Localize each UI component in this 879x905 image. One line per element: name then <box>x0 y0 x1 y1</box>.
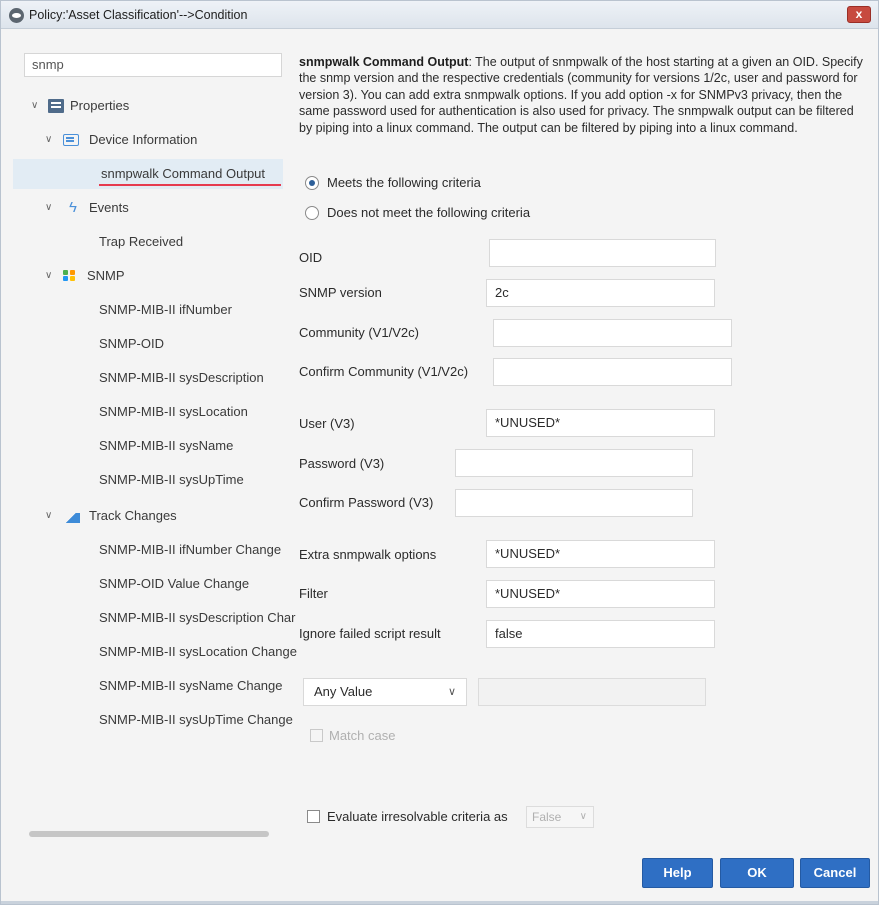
tree-item-track[interactable]: SNMP-MIB-II sysName Change <box>13 671 303 701</box>
tree-label: SNMP-MIB-II sysName Change <box>99 678 283 693</box>
operator-select[interactable]: Any Value ∨ <box>303 678 467 706</box>
evaluate-irresolvable-label: Evaluate irresolvable criteria as <box>327 809 508 824</box>
tree-label: SNMP-MIB-II sysUpTime <box>99 472 244 487</box>
close-button[interactable]: x <box>847 6 871 23</box>
ok-button[interactable]: OK <box>720 858 794 888</box>
tree-label-trap-received: Trap Received <box>99 234 184 249</box>
tree-item-snmp[interactable]: SNMP-MIB-II sysLocation <box>13 397 303 427</box>
oid-input[interactable] <box>489 239 716 267</box>
ignore-failed-label: Ignore failed script result <box>299 626 441 641</box>
property-description: snmpwalk Command Output: The output of s… <box>299 54 864 136</box>
title-bar[interactable]: Policy:'Asset Classification'-->Conditio… <box>1 1 878 29</box>
tree-label: SNMP-MIB-II sysDescription Char <box>99 610 296 625</box>
community-label: Community (V1/V2c) <box>299 325 419 340</box>
tree-node-snmp[interactable]: ∨ SNMP <box>13 261 303 291</box>
filter-input[interactable]: *UNUSED* <box>486 580 715 608</box>
meets-criteria-label: Meets the following criteria <box>327 175 481 190</box>
properties-icon <box>48 99 64 113</box>
tree-label-events: Events <box>89 200 129 215</box>
condition-pane: snmpwalk Command Output: The output of s… <box>298 45 868 845</box>
tree-item-snmp[interactable]: SNMP-MIB-II sysDescription <box>13 363 303 393</box>
tree-item-track[interactable]: SNMP-OID Value Change <box>13 569 303 599</box>
tree-label: SNMP-MIB-II ifNumber <box>99 302 232 317</box>
extra-options-input[interactable]: *UNUSED* <box>486 540 715 568</box>
tree-label: SNMP-MIB-II sysLocation Change <box>99 644 297 659</box>
snmp-version-label: SNMP version <box>299 285 382 300</box>
tree-label: SNMP-OID <box>99 336 164 351</box>
radio-selected-icon[interactable] <box>305 176 319 190</box>
tree-label-device-information: Device Information <box>89 132 198 147</box>
chart-icon <box>64 509 80 523</box>
confirm-community-input[interactable] <box>493 358 732 386</box>
tree-label: SNMP-MIB-II sysLocation <box>99 404 248 419</box>
tree-label-snmp: SNMP <box>87 268 125 283</box>
tree-item-snmp[interactable]: SNMP-MIB-II ifNumber <box>13 295 303 325</box>
tree-label: SNMP-MIB-II sysDescription <box>99 370 264 385</box>
tree-label: SNMP-MIB-II ifNumber Change <box>99 542 282 557</box>
not-meets-criteria-label: Does not meet the following criteria <box>327 205 531 220</box>
dialog-window: Policy:'Asset Classification'-->Conditio… <box>0 0 879 905</box>
selection-underline <box>99 184 281 186</box>
password-input[interactable] <box>455 449 693 477</box>
chevron-down-icon[interactable]: ∨ <box>45 261 57 291</box>
chevron-down-icon: ∨ <box>579 811 587 822</box>
help-button[interactable]: Help <box>642 858 713 888</box>
confirm-password-input[interactable] <box>455 489 693 517</box>
operator-value: Any Value <box>314 684 373 699</box>
tree-label-properties: Properties <box>70 98 130 113</box>
eye-logo-icon <box>9 8 24 23</box>
evaluate-value-select[interactable]: False ∨ <box>526 806 594 828</box>
snmp-icon <box>63 268 79 282</box>
cancel-button[interactable]: Cancel <box>800 858 870 888</box>
chevron-down-icon[interactable]: ∨ <box>45 125 57 155</box>
snmp-version-input[interactable]: 2c <box>486 279 715 307</box>
tree-item-track[interactable]: SNMP-MIB-II ifNumber Change <box>13 535 303 565</box>
search-input[interactable]: snmp <box>24 53 282 77</box>
tree-item-trap-received[interactable]: Trap Received <box>13 227 303 257</box>
evaluate-irresolvable-checkbox[interactable] <box>307 810 320 823</box>
match-case-checkbox[interactable] <box>310 729 323 742</box>
chevron-down-icon[interactable]: ∨ <box>31 91 43 121</box>
tree-node-track-changes[interactable]: ∨ Track Changes <box>13 501 303 531</box>
tree-label: SNMP-MIB-II sysName <box>99 438 234 453</box>
tree-item-track[interactable]: SNMP-MIB-II sysDescription Char <box>13 603 303 633</box>
match-case-label: Match case <box>329 728 396 743</box>
tree-item-track[interactable]: SNMP-MIB-II sysLocation Change <box>13 637 303 667</box>
tree-label: SNMP-OID Value Change <box>99 576 250 591</box>
device-info-icon <box>63 134 79 146</box>
ignore-failed-input[interactable]: false <box>486 620 715 648</box>
chevron-down-icon: ∨ <box>447 686 456 698</box>
tree-item-snmp[interactable]: SNMP-MIB-II sysUpTime <box>13 465 303 495</box>
evaluate-value: False <box>532 810 562 824</box>
tree-node-properties[interactable]: ∨ Properties <box>13 91 303 121</box>
properties-tree-pane: snmp ∨ Properties ∨ Device Information s… <box>13 45 297 841</box>
user-input[interactable]: *UNUSED* <box>486 409 715 437</box>
description-heading: snmpwalk Command Output <box>299 55 469 69</box>
tree-node-events[interactable]: ∨ ϟ Events <box>13 193 303 223</box>
filter-label: Filter <box>299 586 328 601</box>
tree-item-snmpwalk-command-output[interactable]: snmpwalk Command Output <box>13 159 283 189</box>
tree-item-snmp[interactable]: SNMP-OID <box>13 329 303 359</box>
match-value-input[interactable] <box>478 678 706 706</box>
confirm-password-label: Confirm Password (V3) <box>299 495 434 510</box>
confirm-community-label: Confirm Community (V1/V2c) <box>299 364 469 379</box>
tree-item-track[interactable]: SNMP-MIB-II sysUpTime Change <box>13 705 303 735</box>
user-label: User (V3) <box>299 416 355 431</box>
chevron-down-icon[interactable]: ∨ <box>45 501 57 531</box>
tree-node-device-information[interactable]: ∨ Device Information <box>13 125 303 155</box>
horizontal-scrollbar[interactable] <box>29 831 269 837</box>
extra-options-label: Extra snmpwalk options <box>299 547 437 562</box>
password-label: Password (V3) <box>299 456 385 471</box>
tree-label-track-changes: Track Changes <box>89 508 177 523</box>
radio-unselected-icon[interactable] <box>305 206 319 220</box>
window-title: Policy:'Asset Classification'-->Conditio… <box>29 8 248 22</box>
lightning-icon: ϟ <box>69 199 77 216</box>
community-input[interactable] <box>493 319 732 347</box>
tree-label: SNMP-MIB-II sysUpTime Change <box>99 712 293 727</box>
oid-label: OID <box>299 250 323 265</box>
tree-item-snmp[interactable]: SNMP-MIB-II sysName <box>13 431 303 461</box>
window-bottom-border <box>1 901 878 904</box>
chevron-down-icon[interactable]: ∨ <box>45 193 57 223</box>
